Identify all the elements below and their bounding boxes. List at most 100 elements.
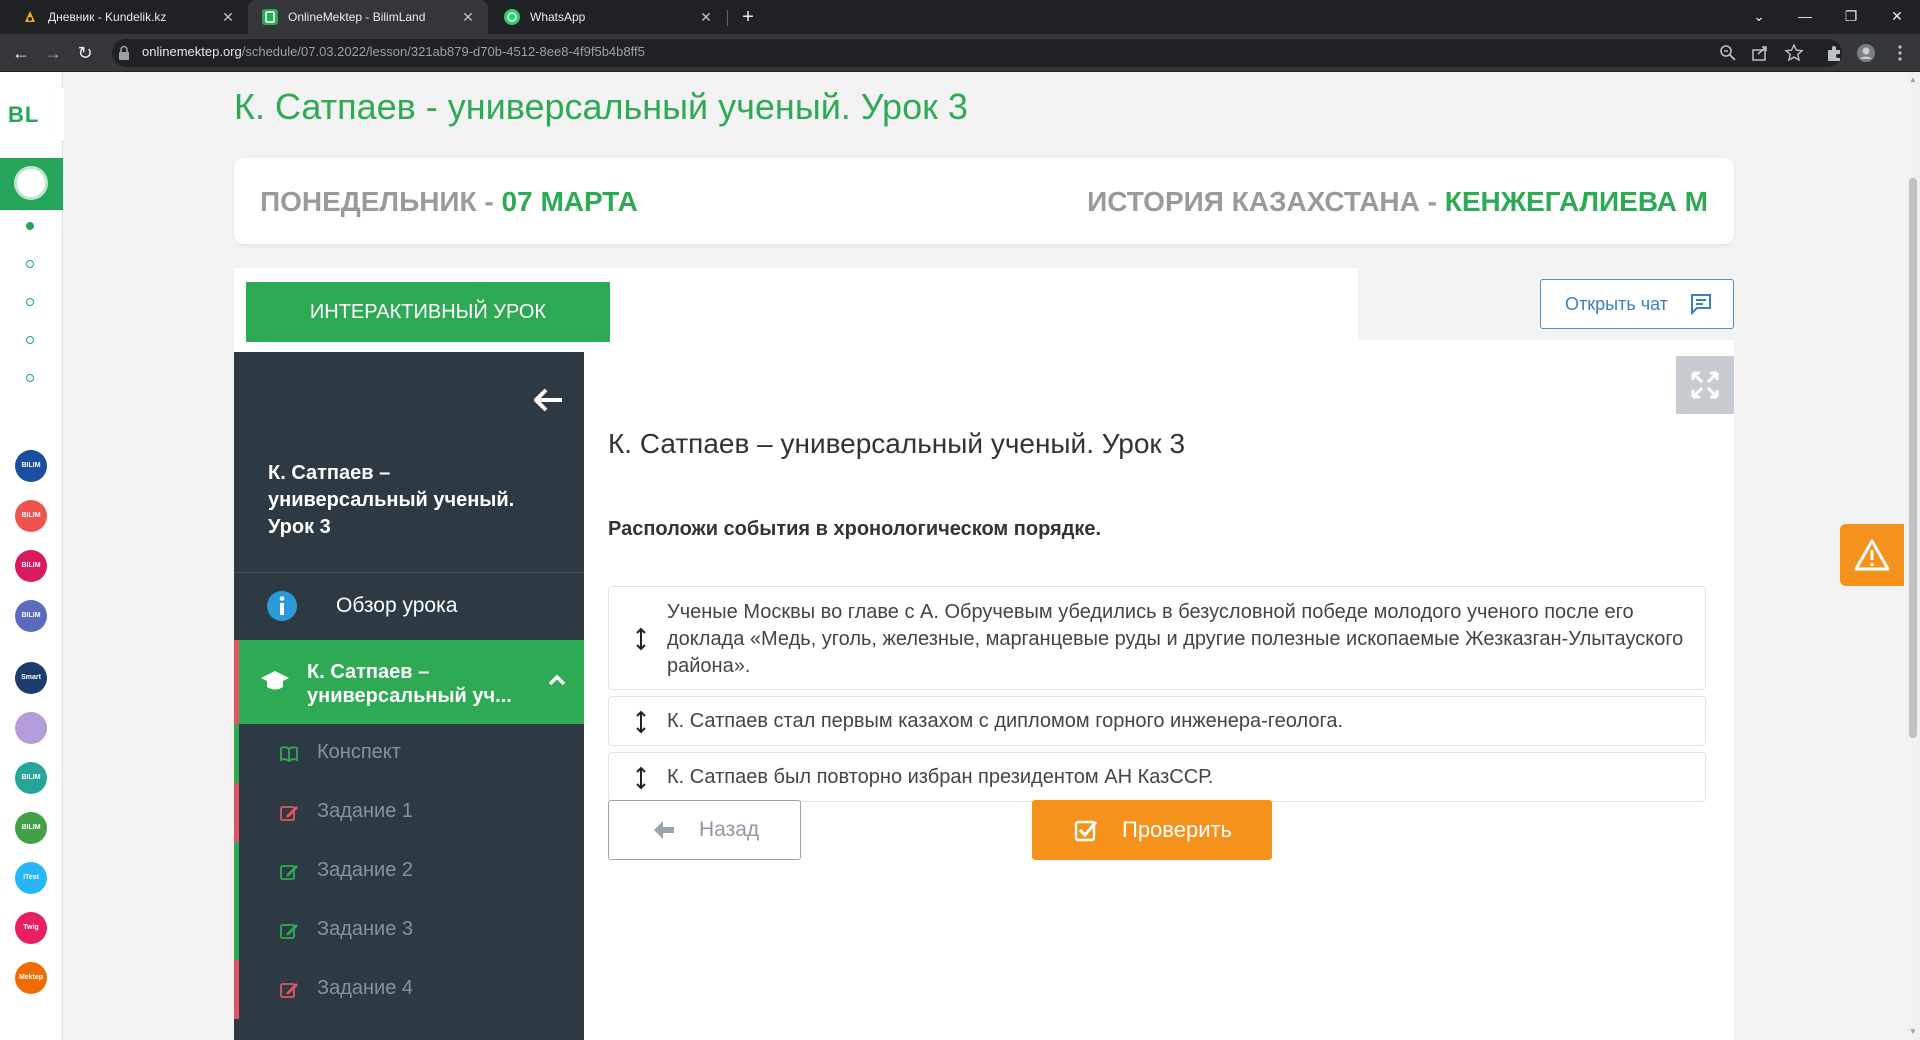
rail-app-smart-nation[interactable]: Smart Nation (15, 662, 47, 713)
close-tab-icon[interactable]: ✕ (698, 9, 714, 25)
subject-separator: - (1419, 186, 1445, 217)
order-item[interactable]: К. Сатпаев стал первым казахом с дипломо… (608, 696, 1706, 746)
expand-arrows-icon (1691, 371, 1719, 399)
sidebar-item-task-3[interactable]: Задание 3 (234, 901, 584, 960)
scroll-down-arrow[interactable]: ▼ (1909, 1028, 1917, 1036)
minimize-button[interactable]: — (1782, 0, 1828, 34)
rail-dot[interactable] (26, 298, 34, 306)
rail-dot[interactable] (26, 336, 34, 344)
rail-app-bilim-notes[interactable] (15, 712, 47, 744)
checkbox-check-icon (1074, 820, 1098, 842)
sidebar-item-overview[interactable]: Обзор урока (234, 574, 584, 638)
browser-menu-icon[interactable] (1890, 43, 1910, 63)
bilimland-logo[interactable]: BL (8, 102, 39, 128)
scroll-thumb[interactable] (1909, 178, 1917, 738)
online-mektep-icon (14, 166, 48, 200)
rail-app-bilim-legacy[interactable]: BILIM LEGACY (15, 500, 47, 551)
fullscreen-button[interactable] (1676, 356, 1734, 414)
tab-interactive-lesson[interactable]: ИНТЕРАКТИВНЫЙ УРОК (246, 282, 610, 342)
scroll-up-arrow[interactable]: ▲ (1909, 76, 1917, 84)
rail-online-mektep[interactable] (0, 158, 63, 210)
drag-handle-icon[interactable] (635, 766, 647, 790)
back-button[interactable]: ← (8, 40, 34, 66)
rail-app-twig[interactable]: Twig (15, 912, 47, 944)
browser-tab-onlinemektep[interactable]: OnlineMektep - BilimLand ✕ (248, 0, 488, 34)
lock-icon[interactable] (118, 45, 130, 61)
bookmark-star-icon[interactable] (1784, 43, 1804, 63)
sidebar-item-current-lesson[interactable]: К. Сатпаев – универсальный уч... (234, 640, 584, 724)
rail-app-bilim-land[interactable]: BILIM Land (15, 812, 47, 863)
whatsapp-favicon-icon (504, 9, 520, 25)
report-problem-button[interactable] (1840, 524, 1904, 586)
task-question: Расположи события в хронологическом поря… (608, 518, 1102, 540)
day-name: ПОНЕДЕЛЬНИК (260, 186, 477, 217)
sidebar-item-label: Задание 2 (317, 859, 414, 881)
lesson-subject: ИСТОРИЯ КАЗАХСТАНА - КЕНЖЕГАЛИЕВА М (1087, 186, 1708, 218)
graduation-cap-icon (261, 671, 289, 690)
bilimland-favicon-icon (262, 9, 278, 25)
info-icon (267, 591, 297, 621)
rail-app-mektep[interactable]: Mektep (15, 962, 47, 994)
sidebar-item-task-4[interactable]: Задание 4 (234, 960, 584, 1019)
back-button[interactable]: Назад (608, 800, 801, 860)
sidebar-item-task-2[interactable]: Задание 2 (234, 842, 584, 901)
back-label: Назад (699, 818, 760, 841)
order-item[interactable]: Ученые Москвы во главе с А. Обручевым уб… (608, 586, 1706, 690)
rail-dot[interactable] (26, 222, 34, 230)
forward-button[interactable]: → (40, 40, 66, 66)
teacher-name: КЕНЖЕГАЛИЕВА М (1444, 186, 1708, 217)
browser-tab-kundelik[interactable]: Дневник - Kundelik.kz ✕ (8, 0, 248, 34)
date-value: 07 МАРТА (501, 186, 638, 217)
page-title: К. Сатпаев - универсальный ученый. Урок … (234, 86, 968, 127)
current-lesson-line2: универсальный уч... (307, 685, 512, 707)
edit-icon (280, 983, 298, 998)
tab-search-button[interactable]: ⌄ (1736, 0, 1782, 34)
page-scrollbar[interactable]: ▲ ▼ (1906, 72, 1920, 1040)
open-chat-button[interactable]: Открыть чат (1540, 279, 1734, 329)
rail-app-bilim-contest[interactable]: BILIM CONTEST (15, 762, 48, 813)
chat-icon (1691, 294, 1711, 316)
check-button[interactable]: Проверить (1032, 800, 1272, 860)
reload-button[interactable]: ↻ (72, 40, 98, 66)
event-text: К. Сатпаев был повторно избран президент… (667, 766, 1214, 788)
order-item[interactable]: К. Сатпаев был повторно избран президент… (608, 752, 1706, 802)
tab-title: OnlineMektep - BilimLand (288, 10, 426, 24)
rail-app-itest[interactable]: iTest (15, 862, 47, 894)
page-content: К. Сатпаев - универсальный ученый. Урок … (64, 72, 1906, 1040)
rail-app-bilim-tutor[interactable]: BILIM TUTOR (15, 450, 47, 501)
sidebar-item-label: Задание 3 (317, 918, 414, 940)
drag-handle-icon[interactable] (635, 627, 647, 651)
close-tab-icon[interactable]: ✕ (460, 9, 476, 25)
rail-dot[interactable] (26, 374, 34, 382)
restore-button[interactable]: ❐ (1828, 0, 1874, 34)
url-host: onlinemektep.org (142, 44, 242, 59)
url-text[interactable]: onlinemektep.org/schedule/07.03.2022/les… (142, 44, 645, 59)
zoom-icon[interactable] (1718, 43, 1738, 63)
close-window-button[interactable]: ✕ (1874, 0, 1920, 34)
rail-app-bilim-shop[interactable]: BILIM SHOP (15, 550, 47, 601)
sidebar-item-label: К. Сатпаев – универсальный уч... (307, 660, 537, 708)
profile-avatar-icon[interactable] (1856, 43, 1876, 63)
new-tab-button[interactable]: + (736, 5, 760, 29)
rail-dot[interactable] (26, 260, 34, 268)
arrow-left-icon[interactable] (534, 388, 564, 412)
close-tab-icon[interactable]: ✕ (220, 9, 236, 25)
book-icon (280, 746, 298, 763)
drag-handle-icon[interactable] (635, 710, 647, 734)
sidebar-item-konspekt[interactable]: Конспект (234, 724, 584, 783)
lesson-info-card: ПОНЕДЕЛЬНИК - 07 МАРТА ИСТОРИЯ КАЗАХСТАН… (234, 158, 1734, 244)
tab-separator (727, 10, 728, 26)
browser-tab-whatsapp[interactable]: WhatsApp ✕ (490, 0, 726, 34)
sidebar-item-label: Конспект (317, 741, 401, 763)
lesson-sidebar: К. Сатпаев – универсальный ученый. Урок … (234, 352, 584, 1040)
chevron-up-icon[interactable] (547, 672, 567, 688)
rail-app-bilim-media[interactable]: BILIM MEDIA (15, 600, 47, 651)
tab-title: Дневник - Kundelik.kz (48, 10, 167, 24)
sidebar-item-label: Задание 4 (317, 977, 414, 999)
sidebar-lesson-title: К. Сатпаев – универсальный ученый. Урок … (268, 462, 515, 538)
share-icon[interactable] (1750, 43, 1770, 63)
extensions-puzzle-icon[interactable] (1824, 43, 1844, 63)
sidebar-item-task-1[interactable]: Задание 1 (234, 783, 584, 842)
event-text: Ученые Москвы во главе с А. Обручевым уб… (667, 601, 1684, 677)
sidebar-item-label: Обзор урока (336, 594, 458, 617)
